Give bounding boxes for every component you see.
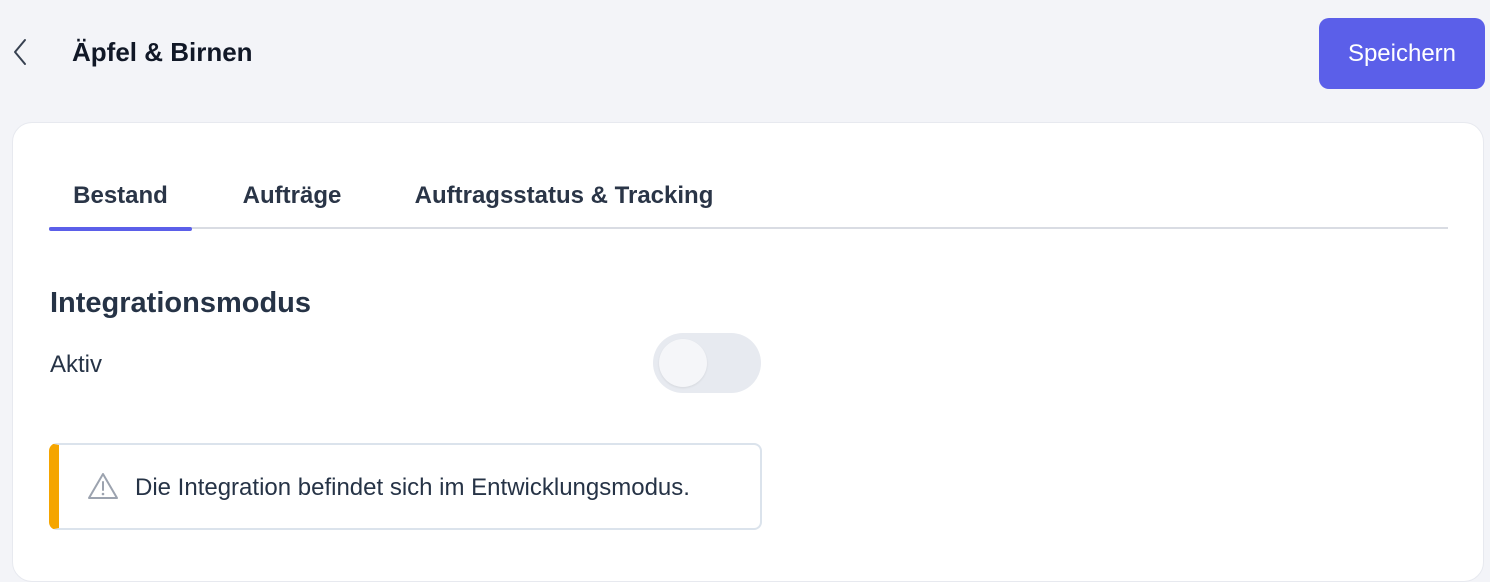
settings-card: Bestand Aufträge Auftragsstatus & Tracki… <box>12 122 1484 582</box>
page-title: Äpfel & Birnen <box>72 37 253 67</box>
page-header: Äpfel & Birnen Speichern <box>0 0 1490 110</box>
warning-alert: Die Integration befindet sich im Entwick… <box>49 443 762 530</box>
chevron-left-icon <box>14 39 26 65</box>
section-title: Integrationsmodus <box>50 287 312 319</box>
tab-auftraege[interactable]: Aufträge <box>229 163 355 229</box>
warning-icon <box>88 473 118 499</box>
active-toggle[interactable] <box>653 333 761 393</box>
tab-bar: Bestand Aufträge Auftragsstatus & Tracki… <box>49 163 1448 231</box>
alert-message: Die Integration befindet sich im Entwick… <box>135 474 690 501</box>
toggle-knob <box>659 339 707 387</box>
save-button[interactable]: Speichern <box>1319 18 1485 89</box>
tab-auftragsstatus-tracking[interactable]: Auftragsstatus & Tracking <box>399 163 729 229</box>
back-button[interactable] <box>8 36 32 68</box>
tab-bestand[interactable]: Bestand <box>49 163 192 231</box>
toggle-label: Aktiv <box>50 351 103 378</box>
